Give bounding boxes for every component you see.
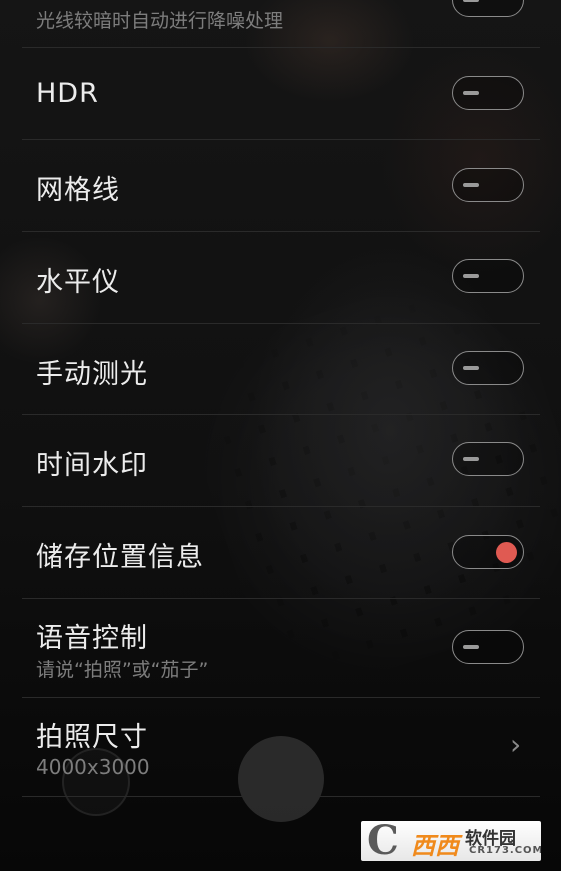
settings-panel: 光线较暗时自动进行降噪处理 HDR 网格线 水平仪 手动测光 时间水印 储存位置… xyxy=(22,0,540,871)
setting-subtitle-noise-reduction: 光线较暗时自动进行降噪处理 xyxy=(36,10,284,32)
setting-row-save-location[interactable]: 储存位置信息 xyxy=(22,507,540,599)
watermark-url: CR173.COM xyxy=(469,845,541,856)
setting-row-time-watermark[interactable]: 时间水印 xyxy=(22,415,540,507)
setting-title-hdr: HDR xyxy=(36,78,99,109)
toggle-level[interactable] xyxy=(452,259,524,293)
setting-row-photo-size[interactable]: 拍照尺寸 4000x3000 › xyxy=(22,698,540,797)
setting-row-manual-metering[interactable]: 手动测光 xyxy=(22,324,540,415)
toggle-manual-metering[interactable] xyxy=(452,351,524,385)
setting-row-hdr[interactable]: HDR xyxy=(22,48,540,140)
toggle-off-indicator xyxy=(463,0,479,2)
setting-row-grid[interactable]: 网格线 xyxy=(22,140,540,232)
setting-title-grid: 网格线 xyxy=(36,175,120,206)
toggle-voice-control[interactable] xyxy=(452,630,524,664)
toggle-grid[interactable] xyxy=(452,168,524,202)
site-watermark-logo: C 西西 软件园 CR173.COM xyxy=(361,821,541,861)
toggle-off-indicator xyxy=(463,183,479,187)
toggle-off-indicator xyxy=(463,645,479,649)
setting-title-level: 水平仪 xyxy=(36,267,120,298)
toggle-noise-reduction[interactable] xyxy=(452,0,524,17)
setting-value-photo-size: 4000x3000 xyxy=(36,755,150,779)
setting-row-level[interactable]: 水平仪 xyxy=(22,232,540,324)
toggle-off-indicator xyxy=(463,274,479,278)
setting-row-voice-control[interactable]: 语音控制 请说“拍照”或“茄子” xyxy=(22,599,540,698)
setting-title-photo-size: 拍照尺寸 xyxy=(36,722,148,753)
toggle-off-indicator xyxy=(463,91,479,95)
setting-title-manual-metering: 手动测光 xyxy=(36,359,148,390)
chevron-right-icon: › xyxy=(510,728,522,761)
toggle-time-watermark[interactable] xyxy=(452,442,524,476)
setting-subtitle-voice-control: 请说“拍照”或“茄子” xyxy=(36,659,209,681)
setting-title-voice-control: 语音控制 xyxy=(36,623,148,654)
toggle-on-indicator xyxy=(496,541,517,563)
setting-title-time-watermark: 时间水印 xyxy=(36,450,148,481)
toggle-save-location[interactable] xyxy=(452,535,524,569)
watermark-brand: 西西 xyxy=(411,832,459,860)
toggle-off-indicator xyxy=(463,366,479,370)
toggle-hdr[interactable] xyxy=(452,76,524,110)
watermark-c-letter: C xyxy=(367,821,399,861)
setting-title-save-location: 储存位置信息 xyxy=(36,542,204,573)
toggle-off-indicator xyxy=(463,457,479,461)
setting-row-noise-reduction[interactable]: 光线较暗时自动进行降噪处理 xyxy=(22,0,540,48)
